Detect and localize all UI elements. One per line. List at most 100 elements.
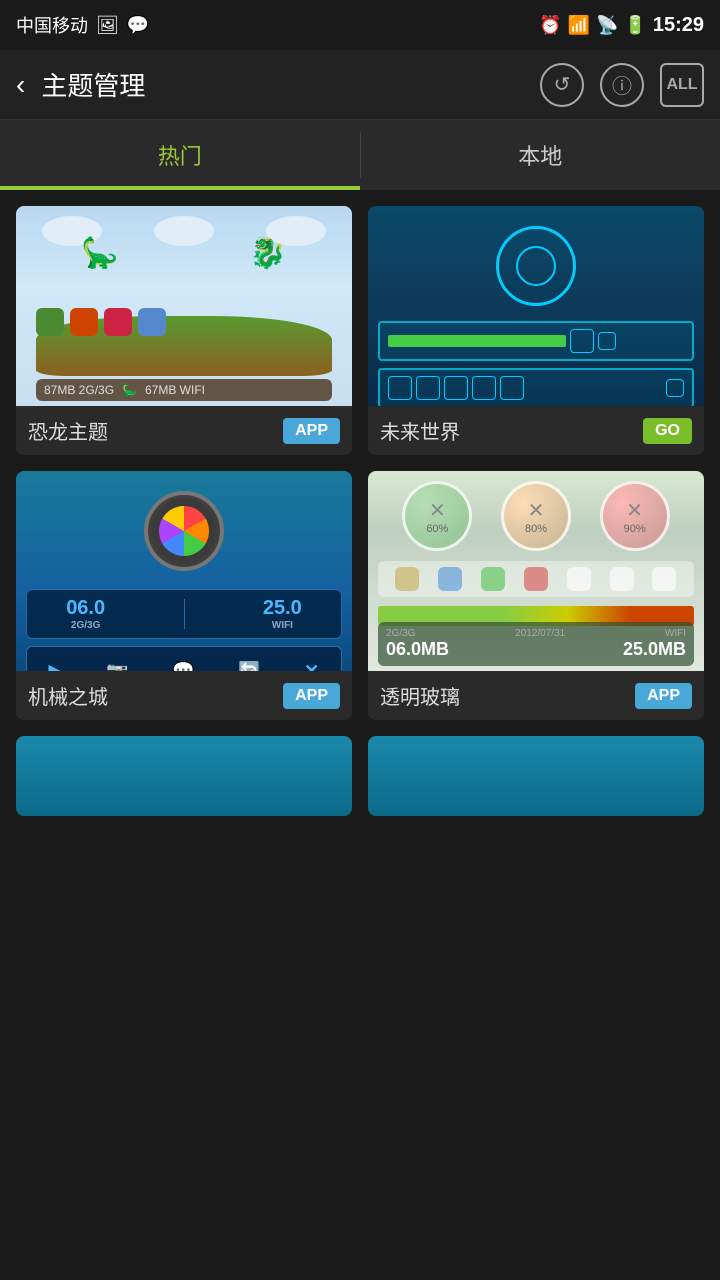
title-bar: ‹ 主题管理 ↺ ⓘ ALL [0,50,720,120]
theme-card-mechanical[interactable]: 06.0 2G/3G 25.0 WIFI ▶ 📷 💬 🔄 ✕ 机械之城 APP [16,471,352,720]
card-title-future: 未来世界 [380,416,460,445]
card-badge-future[interactable]: GO [643,418,692,444]
mech-value-1: 06.0 [66,597,105,620]
theme-card-dinosaur[interactable]: 🦕 🐉 87MB 2G/3G 🦕 67MB WIFI 恐龙主题 APP [16,206,352,455]
future-icon-3 [388,376,412,400]
photo-icon: 🖼 [96,15,119,36]
dino-app-2 [70,308,98,336]
glass-labels-top: 2G/3G 2012/07/31 WIFI [386,628,686,639]
theme-thumb-future [368,206,704,406]
theme-grid: 🦕 🐉 87MB 2G/3G 🦕 67MB WIFI 恐龙主题 APP [0,190,720,720]
theme-thumb-mechanical: 06.0 2G/3G 25.0 WIFI ▶ 📷 💬 🔄 ✕ [16,471,352,671]
dino-app-4 [138,308,166,336]
glass-percent-3: 90% [624,523,646,535]
future-icon-5 [444,376,468,400]
card-badge-glass[interactable]: APP [635,683,692,709]
glass-circles: ✕ 60% ✕ 80% ✕ 90% [368,481,704,551]
theme-card-glass[interactable]: ✕ 60% ✕ 80% ✕ 90% [368,471,704,720]
signal-icon: 📡 [596,15,618,36]
future-icon-4 [416,376,440,400]
card-badge-dinosaur[interactable]: APP [283,418,340,444]
card-title-dinosaur: 恐龙主题 [28,416,108,445]
glass-apps-row [378,561,694,597]
status-right: ⏰ 📶 📡 🔋 15:29 [539,14,704,37]
future-progress-1 [388,335,566,347]
glass-circle-2: ✕ 80% [501,481,571,551]
card-footer-glass: 透明玻璃 APP [368,671,704,720]
card-footer-future: 未来世界 GO [368,406,704,455]
card-footer-dinosaur: 恐龙主题 APP [16,406,352,455]
glass-app-3 [481,567,505,591]
carrier-label: 中国移动 [16,12,88,38]
status-bar: 中国移动 🖼 💬 ⏰ 📶 📡 🔋 15:29 [0,0,720,50]
status-left: 中国移动 🖼 💬 [16,12,149,38]
theme-thumb-glass: ✕ 60% ✕ 80% ✕ 90% [368,471,704,671]
glass-label-date: 2012/07/31 [515,628,565,639]
dino-char-2: 🐉 [249,236,286,271]
refresh-button[interactable]: ↺ [540,63,584,107]
glass-val-2: 25.0MB [623,639,686,660]
future-icon-6 [472,376,496,400]
card-title-mechanical: 机械之城 [28,681,108,710]
card-footer-mechanical: 机械之城 APP [16,671,352,720]
glass-app-refresh [610,567,634,591]
glass-label-network: 2G/3G [386,628,415,639]
tab-hot[interactable]: 热门 [0,120,360,190]
theme-thumb-dinosaur: 🦕 🐉 87MB 2G/3G 🦕 67MB WIFI [16,206,352,406]
mech-icon-4: 🔄 [238,661,260,672]
chat-icon: 💬 [127,15,149,36]
mech-icon-5: ✕ [304,661,319,672]
info-button[interactable]: ⓘ [600,63,644,107]
glass-percent-1: 60% [426,523,448,535]
page-title: 主题管理 [41,66,524,103]
dino-widget-text1: 87MB 2G/3G [44,383,114,397]
mech-label-1: 2G/3G [66,620,105,631]
tab-local[interactable]: 本地 [361,120,720,190]
glass-x-3: ✕ [626,498,643,523]
mech-icon-1: ▶ [49,661,63,672]
glass-app-2 [438,567,462,591]
dino-widget: 87MB 2G/3G 🦕 67MB WIFI [36,379,332,401]
glass-app-4 [524,567,548,591]
glass-x-2: ✕ [528,498,545,523]
future-bar-2 [378,368,694,406]
all-button[interactable]: ALL [660,63,704,107]
mech-val-2: 25.0 WIFI [263,597,302,631]
dino-characters: 🦕 🐉 [16,236,352,271]
glass-widget-bottom: 2G/3G 2012/07/31 WIFI 06.0MB 25.0MB [378,622,694,666]
dino-widget-text2: 67MB WIFI [145,383,205,397]
dino-char-small: 🦕 [122,383,137,397]
card-title-glass: 透明玻璃 [380,681,460,710]
theme-card-future[interactable]: 未来世界 GO [368,206,704,455]
dino-apps [36,308,166,336]
mech-divider [184,599,185,629]
mech-gauge-inner [159,506,209,556]
dino-app-1 [36,308,64,336]
mech-widget-2: ▶ 📷 💬 🔄 ✕ [26,646,342,671]
mech-icon-2: 📷 [106,661,128,672]
glass-x-1: ✕ [429,498,446,523]
glass-label-wifi: WIFI [665,628,686,639]
future-bar-1 [378,321,694,361]
future-inner-circle [516,246,556,286]
mech-val-1: 06.0 2G/3G [66,597,105,631]
battery-icon: 🔋 [624,15,646,36]
time-label: 15:29 [653,14,704,37]
tab-bar: 热门 本地 [0,120,720,190]
glass-val-1: 06.0MB [386,639,449,660]
mech-gauge [144,491,224,571]
mech-label-2: WIFI [263,620,302,631]
mech-icon-3: 💬 [172,661,194,672]
future-icon-1 [570,329,594,353]
partial-card-2[interactable] [368,736,704,816]
partial-row [0,736,720,816]
wifi-icon: 📶 [568,15,590,36]
back-button[interactable]: ‹ [16,69,25,101]
glass-numbers: 06.0MB 25.0MB [386,639,686,660]
dino-app-3 [104,308,132,336]
partial-card-1[interactable] [16,736,352,816]
glass-app-close [652,567,676,591]
card-badge-mechanical[interactable]: APP [283,683,340,709]
mech-widget-1: 06.0 2G/3G 25.0 WIFI [26,589,342,639]
alarm-icon: ⏰ [539,15,561,36]
